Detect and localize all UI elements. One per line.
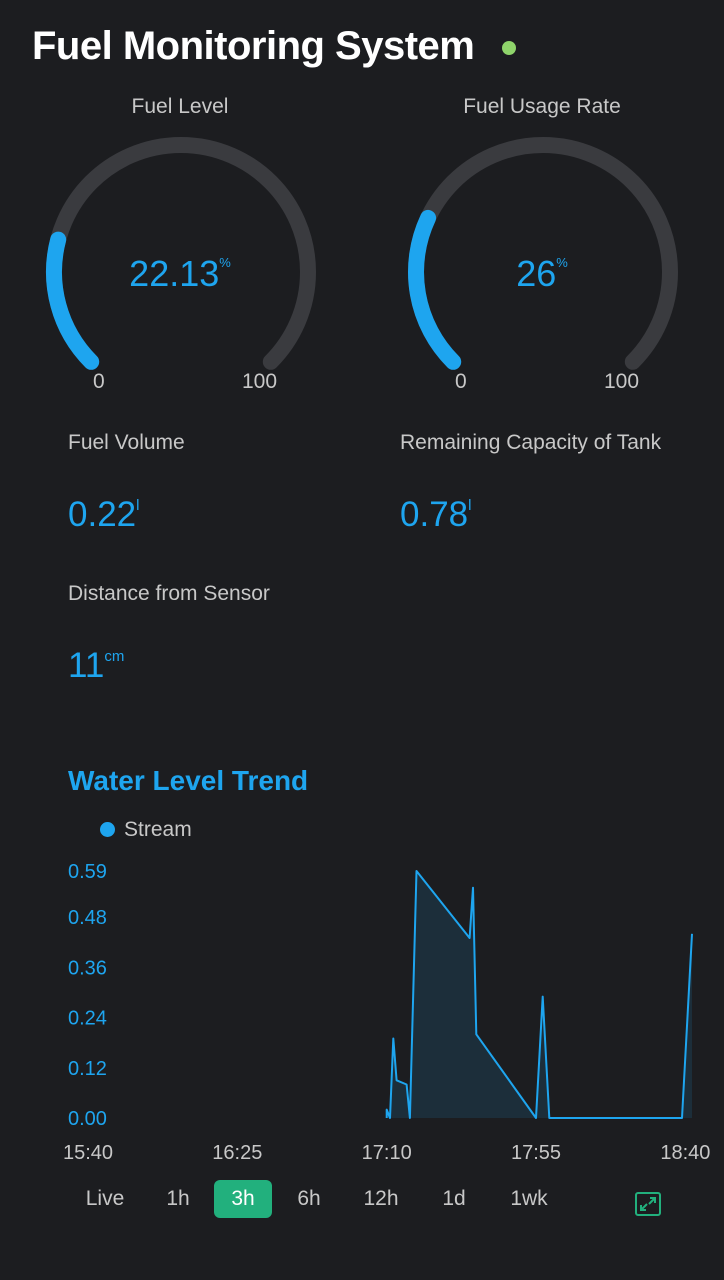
range-3h-button[interactable]: 3h — [214, 1180, 272, 1218]
chart-legend[interactable]: Stream — [100, 818, 192, 842]
gauge-min: 0 — [455, 370, 467, 393]
gauge-arc — [408, 137, 678, 370]
range-live-button[interactable]: Live — [70, 1180, 140, 1218]
y-tick-label: 0.48 — [68, 907, 107, 929]
y-tick-label: 0.12 — [68, 1058, 107, 1080]
range-6h-button[interactable]: 6h — [282, 1180, 336, 1218]
gauge-max: 100 — [604, 370, 640, 393]
range-12h-button[interactable]: 12h — [354, 1180, 408, 1218]
gauge-arc — [46, 137, 316, 370]
remaining-capacity-label: Remaining Capacity of Tank — [400, 431, 662, 454]
range-1d-button[interactable]: 1d — [430, 1180, 478, 1218]
gauge-value: 22.13% — [129, 253, 231, 294]
x-tick-label: 15:40 — [63, 1142, 113, 1164]
x-tick-label: 17:10 — [362, 1142, 412, 1164]
fuel-dashboard: Fuel Monitoring System Fuel Level 22.13%… — [0, 0, 724, 1280]
x-tick-label: 16:25 — [212, 1142, 262, 1164]
gauge-min: 0 — [93, 370, 105, 393]
status-indicator — [502, 41, 516, 55]
chart-title: Water Level Trend — [68, 765, 309, 796]
y-tick-label: 0.59 — [68, 861, 107, 883]
x-tick-label: 18:40 — [660, 1142, 710, 1164]
fuel-volume-label: Fuel Volume — [68, 431, 185, 454]
fuel-level-gauge: Fuel Level 22.13% 0 100 — [30, 95, 330, 405]
fuel-usage-gauge: Fuel Usage Rate 26% 0 100 — [392, 95, 692, 405]
fuel-volume-value: 0.22l — [68, 495, 140, 534]
page-title: Fuel Monitoring System — [32, 24, 475, 68]
range-1wk-button[interactable]: 1wk — [500, 1180, 558, 1218]
distance-label: Distance from Sensor — [68, 582, 270, 605]
legend-label: Stream — [124, 818, 192, 841]
gauge-max: 100 — [242, 370, 278, 393]
legend-dot — [100, 822, 115, 837]
water-level-chart[interactable]: 0.00 0.12 0.24 0.36 0.48 0.59 15:40 16:25 17:10 1… — [0, 850, 724, 1170]
y-tick-label: 0.00 — [68, 1108, 107, 1130]
remaining-capacity-value: 0.78l — [400, 495, 472, 534]
y-tick-label: 0.36 — [68, 957, 107, 979]
distance-value: 11cm — [68, 646, 125, 685]
gauge-value: 26% — [516, 253, 568, 294]
x-tick-label: 17:55 — [511, 1142, 561, 1164]
range-1h-button[interactable]: 1h — [152, 1180, 204, 1218]
y-tick-label: 0.24 — [68, 1008, 107, 1030]
expand-icon[interactable] — [634, 1191, 662, 1217]
series-area-stream — [386, 871, 692, 1118]
